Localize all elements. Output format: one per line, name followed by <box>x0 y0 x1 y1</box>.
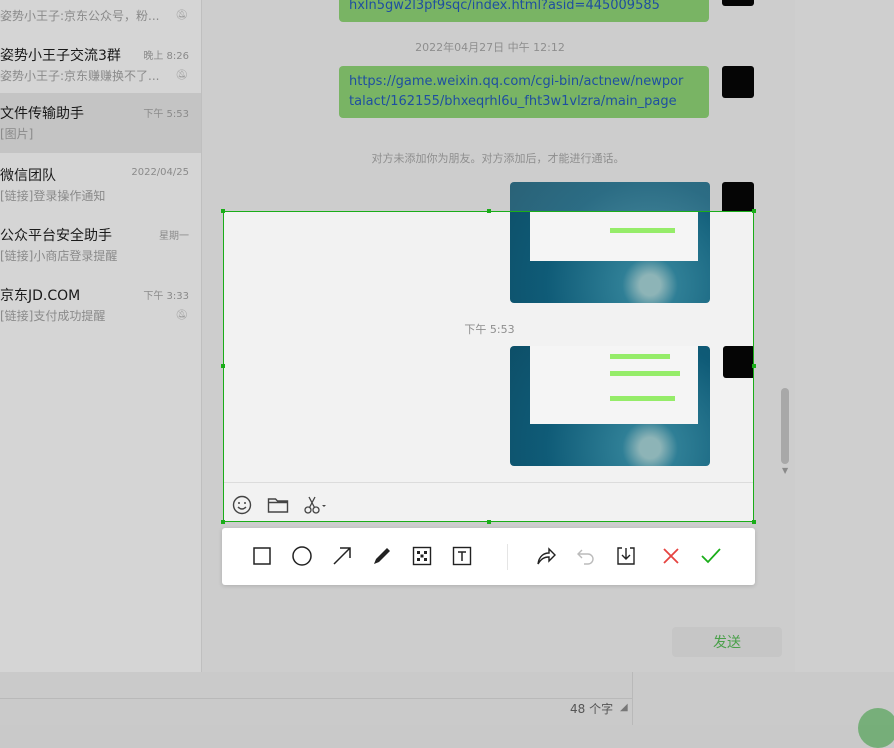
message-link-text[interactable]: https://game.weixin.qq.com/cgi-bin/actne… <box>349 72 699 92</box>
chat-list: 姿势小王子:京东公众号，粉... 🔕︎ 姿势小王子交流3群 晚上 8:26 姿势… <box>0 0 201 672</box>
resize-handle[interactable] <box>487 209 491 213</box>
chat-name: 微信团队 <box>0 168 56 184</box>
scroll-down-icon[interactable]: ▼ <box>782 466 788 475</box>
resize-handle[interactable] <box>221 520 225 524</box>
avatar[interactable] <box>723 346 753 378</box>
pen-icon[interactable] <box>370 544 394 568</box>
chat-name: 公众平台安全助手 <box>0 228 112 244</box>
chat-list-item[interactable]: 微信团队 2022/04/25 [链接]登录操作通知 <box>0 155 201 215</box>
resize-handle[interactable] <box>752 209 756 213</box>
mosaic-icon[interactable] <box>410 544 434 568</box>
resize-handle[interactable] <box>487 520 491 524</box>
share-icon[interactable] <box>534 544 558 568</box>
resize-handle[interactable] <box>221 209 225 213</box>
scissors-icon[interactable] <box>303 495 327 519</box>
avatar[interactable] <box>722 0 754 6</box>
chat-preview: 姿势小王子:京东公众号，粉... <box>0 9 160 23</box>
chat-list-item[interactable]: 公众平台安全助手 星期一 [链接]小商店登录提醒 <box>0 215 201 275</box>
chat-time: 下午 5:53 <box>143 109 189 120</box>
message-timestamp: 下午 5:53 <box>464 323 515 336</box>
confirm-icon[interactable] <box>699 544 723 568</box>
chat-list-item-active[interactable]: 文件传输助手 下午 5:53 [图片] <box>0 93 201 153</box>
chat-preview: [图片] <box>0 127 34 141</box>
screenshot-selection[interactable]: 下午 5:53 <box>223 211 754 522</box>
chat-list-item[interactable]: 姿势小王子:京东公众号，粉... 🔕︎ <box>0 0 201 35</box>
mute-icon: 🔕︎ <box>175 310 188 321</box>
resize-handle[interactable] <box>221 364 225 368</box>
ellipse-icon[interactable] <box>290 544 314 568</box>
avatar[interactable] <box>722 66 754 98</box>
chat-time: 2022/04/25 <box>131 167 189 178</box>
mute-icon: 🔕︎ <box>175 10 188 21</box>
screenshot-toolbar <box>222 528 755 585</box>
undo-icon[interactable] <box>574 544 598 568</box>
message-link-text[interactable]: hxln5gw2l3pf9sqc/index.html?asid=4450095… <box>349 0 660 13</box>
avatar[interactable] <box>722 182 754 214</box>
system-notice: 对方未添加你为朋友。对方添加后，才能进行通话。 <box>371 152 625 165</box>
chat-name: 京东JD.COM <box>0 288 81 304</box>
save-icon[interactable] <box>614 544 638 568</box>
message-image[interactable] <box>510 212 710 303</box>
message-timestamp: 2022年04月27日 中午 12:12 <box>415 41 565 54</box>
resize-handle[interactable] <box>752 364 756 368</box>
rectangle-icon[interactable] <box>250 544 274 568</box>
chat-time: 星期一 <box>159 231 189 242</box>
chat-preview: [链接]小商店登录提醒 <box>0 249 118 263</box>
chat-preview: 姿势小王子:京东赚赚换不了... <box>0 69 160 83</box>
message-image[interactable] <box>510 346 710 466</box>
chat-scrollbar[interactable] <box>781 388 789 464</box>
arrow-icon[interactable] <box>330 544 354 568</box>
message-link-bubble[interactable]: https://game.weixin.qq.com/cgi-bin/actne… <box>339 66 709 118</box>
chat-list-item[interactable]: 京东JD.COM 下午 3:33 [链接]支付成功提醒 🔕︎ <box>0 275 201 335</box>
emoji-icon[interactable] <box>232 495 252 519</box>
char-count: 48 个字 <box>570 702 614 716</box>
input-area-lower: 48 个字 ◢ <box>0 672 894 725</box>
folder-icon[interactable] <box>267 496 289 518</box>
send-button[interactable]: 发送 <box>672 627 782 657</box>
toolbar-divider <box>507 544 508 570</box>
message-link-bubble[interactable]: hxln5gw2l3pf9sqc/index.html?asid=4450095… <box>339 0 709 22</box>
chat-name: 文件传输助手 <box>0 106 84 122</box>
resize-grip-icon[interactable]: ◢ <box>620 702 628 713</box>
message-link-text[interactable]: talact/162155/bhxeqrhl6u_fht3w1vlzra/mai… <box>349 92 699 112</box>
float-circle <box>858 708 894 748</box>
chat-preview: [链接]登录操作通知 <box>0 189 106 203</box>
side-panel <box>795 0 894 672</box>
mute-icon: 🔕︎ <box>175 70 188 81</box>
chat-time: 下午 3:33 <box>143 291 189 302</box>
resize-handle[interactable] <box>752 520 756 524</box>
cancel-icon[interactable] <box>659 544 683 568</box>
text-icon[interactable] <box>450 544 474 568</box>
chat-preview: [链接]支付成功提醒 <box>0 309 106 323</box>
